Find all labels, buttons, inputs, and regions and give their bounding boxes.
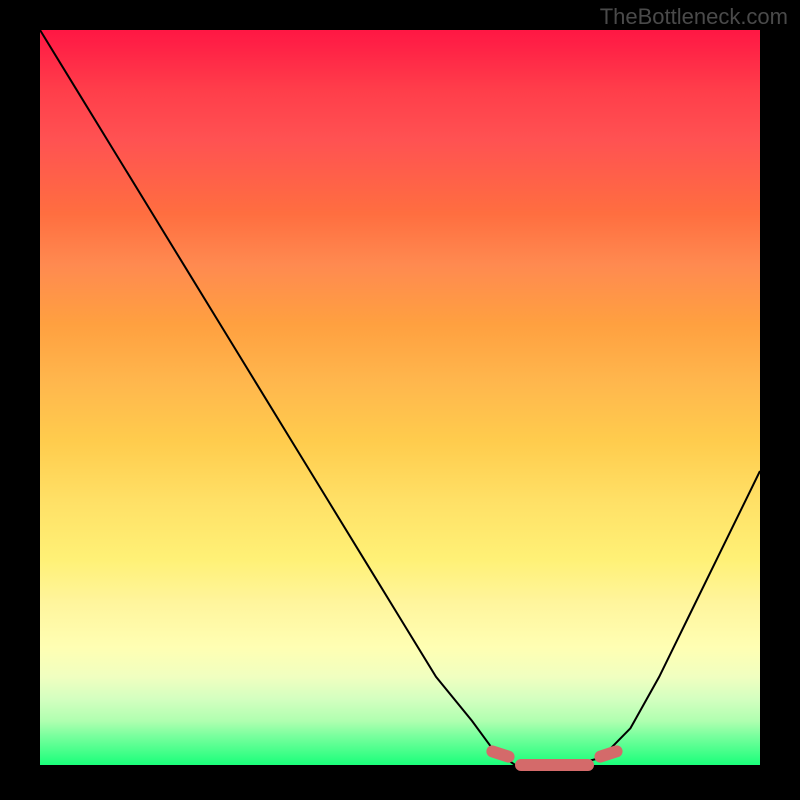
highlight-segment [515,759,594,771]
chart-plot-area [40,30,760,765]
watermark-text: TheBottleneck.com [600,4,788,30]
bottleneck-curve [40,30,760,765]
